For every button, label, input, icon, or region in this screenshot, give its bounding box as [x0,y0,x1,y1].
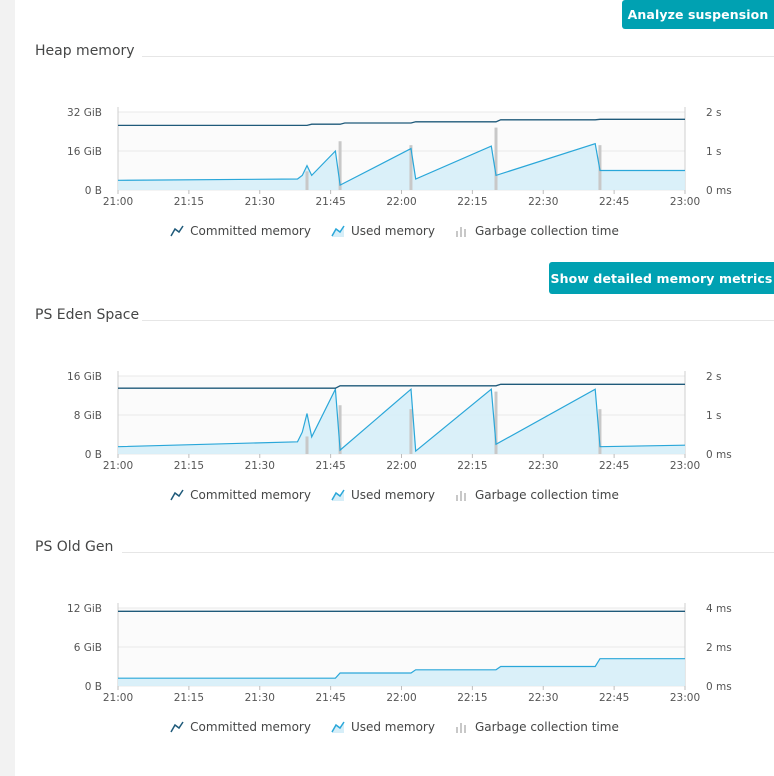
legend-committed[interactable]: Committed memory [170,720,311,734]
gc-bar [305,436,309,454]
committed-line-icon [170,225,184,237]
ps-old-gen-legend: Committed memory Used memory Garbage col… [15,720,774,734]
x-tick-label: 21:45 [315,460,345,472]
x-tick-label: 21:15 [174,196,204,208]
x-tick-label: 22:45 [599,460,629,472]
legend-used-label: Used memory [350,720,435,734]
y-left-tick-label: 0 B [85,449,102,461]
legend-committed[interactable]: Committed memory [170,488,311,502]
ps-eden-space-plot: 0 B 8 GiB 16 GiB 0 ms 1 s 2 s 21:00 21:15 21:30 2… [67,371,732,472]
x-tick-label: 22:45 [599,692,629,704]
committed-line-icon [170,489,184,501]
y-right-tick-label: 2 s [706,107,722,119]
y-right-tick-label: 1 s [706,410,722,422]
legend-gc-label: Garbage collection time [474,224,619,238]
legend-gc-label: Garbage collection time [474,720,619,734]
x-tick-label: 22:45 [599,196,629,208]
heap-memory-chart: 0 B 16 GiB 32 GiB 0 ms 1 s 2 s 21:00 21:15 21:30… [15,95,774,245]
y-left-tick-label: 32 GiB [67,107,102,119]
legend-used-label: Used memory [350,224,435,238]
ps-old-gen-title-rule [122,552,774,553]
gc-bar [494,127,498,190]
y-right-tick-label: 4 ms [706,603,732,615]
y-left-tick-label: 8 GiB [74,410,102,422]
legend-committed[interactable]: Committed memory [170,224,311,238]
x-tick-label: 21:45 [315,692,345,704]
x-tick-label: 21:00 [103,196,133,208]
legend-committed-label: Committed memory [190,720,311,734]
y-right-tick-label: 2 s [706,371,722,383]
ps-eden-space-chart: 0 B 8 GiB 16 GiB 0 ms 1 s 2 s 21:00 21:15 21:30 2… [15,359,774,509]
legend-used[interactable]: Used memory [331,488,435,502]
y-left-tick-label: 12 GiB [67,603,102,615]
ps-old-gen-title: PS Old Gen [35,539,114,555]
y-left-tick-label: 16 GiB [67,146,102,158]
ps-old-gen-chart: 0 B 6 GiB 12 GiB 0 ms 2 ms 4 ms 21:00 21:15 21:3… [15,591,774,741]
x-tick-label: 21:00 [103,692,133,704]
x-tick-label: 22:00 [386,460,416,472]
analyze-suspension-button[interactable]: Analyze suspension [622,0,774,29]
ps-eden-space-legend: Committed memory Used memory Garbage col… [15,488,774,502]
left-gutter [0,0,15,776]
legend-used[interactable]: Used memory [331,224,435,238]
x-tick-label: 21:45 [315,196,345,208]
x-tick-label: 22:15 [457,692,487,704]
gc-bar [305,171,309,190]
y-right-tick-label: 0 ms [706,681,732,693]
legend-committed-label: Committed memory [190,488,311,502]
ps-eden-space-title: PS Eden Space [35,307,140,323]
x-tick-label: 21:15 [174,692,204,704]
x-tick-label: 23:00 [670,196,700,208]
heap-memory-title: Heap memory [35,43,135,59]
legend-committed-label: Committed memory [190,224,311,238]
used-area-icon [331,489,345,501]
x-tick-label: 23:00 [670,460,700,472]
legend-used[interactable]: Used memory [331,720,435,734]
y-right-tick-label: 1 s [706,146,722,158]
x-tick-label: 22:00 [386,196,416,208]
used-area-icon [331,721,345,733]
y-left-tick-label: 0 B [85,681,102,693]
x-tick-label: 22:15 [457,460,487,472]
x-tick-label: 23:00 [670,692,700,704]
y-left-tick-label: 6 GiB [74,642,102,654]
x-tick-label: 22:30 [528,196,558,208]
y-left-tick-label: 16 GiB [67,371,102,383]
x-tick-label: 21:30 [245,460,275,472]
gc-bar-icon [455,491,466,501]
legend-used-label: Used memory [350,488,435,502]
legend-gc-label: Garbage collection time [474,488,619,502]
y-right-tick-label: 0 ms [706,449,732,461]
x-tick-label: 21:30 [245,692,275,704]
gc-bar-icon [455,723,466,733]
gc-bar-icon [455,227,466,237]
heap-memory-legend: Committed memory Used memory Garbage col… [15,224,774,238]
y-right-tick-label: 2 ms [706,642,732,654]
x-tick-label: 21:30 [245,196,275,208]
x-tick-label: 22:15 [457,196,487,208]
ps-eden-space-title-rule [142,320,774,321]
y-right-tick-label: 0 ms [706,185,732,197]
y-left-tick-label: 0 B [85,185,102,197]
x-tick-label: 21:15 [174,460,204,472]
gc-bar [409,409,413,454]
legend-gc[interactable]: Garbage collection time [455,488,619,502]
committed-line-icon [170,721,184,733]
ps-old-gen-plot: 0 B 6 GiB 12 GiB 0 ms 2 ms 4 ms 21:00 21:15 21:3… [67,603,732,704]
used-area-icon [331,225,345,237]
heap-memory-plot: 0 B 16 GiB 32 GiB 0 ms 1 s 2 s 21:00 21:15 21:30… [67,107,732,208]
x-tick-label: 21:00 [103,460,133,472]
legend-gc[interactable]: Garbage collection time [455,224,619,238]
x-tick-label: 22:30 [528,460,558,472]
x-tick-label: 22:30 [528,692,558,704]
heap-memory-title-rule [142,56,774,57]
show-detailed-memory-metrics-button[interactable]: Show detailed memory metrics [549,262,774,294]
x-tick-label: 22:00 [386,692,416,704]
legend-gc[interactable]: Garbage collection time [455,720,619,734]
